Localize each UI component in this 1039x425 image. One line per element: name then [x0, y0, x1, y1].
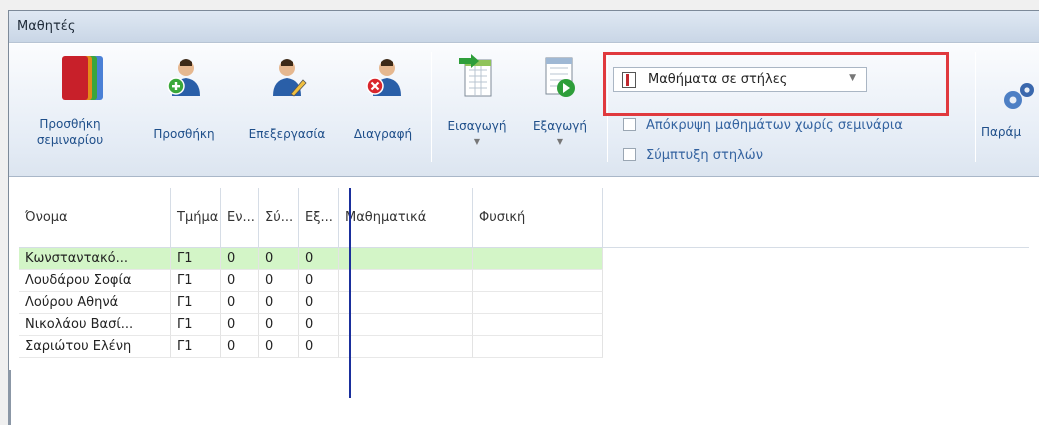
- add-label: Προσθήκη: [153, 127, 215, 141]
- add-seminar-label: Προσθήκη σεμιναρίου: [36, 117, 104, 147]
- cell-name[interactable]: Σαριώτου Ελένη: [19, 336, 171, 358]
- edit-student-button[interactable]: Επεξεργασία: [239, 58, 335, 142]
- cell-sy[interactable]: 0: [259, 270, 299, 292]
- cell-physics[interactable]: [473, 314, 603, 336]
- cell-en[interactable]: 0: [221, 336, 259, 358]
- cell-physics[interactable]: [473, 248, 603, 270]
- cell-name[interactable]: Λουδάρου Σοφία: [19, 270, 171, 292]
- table-row[interactable]: Σαριώτου Ελένη Γ1 0 0 0: [19, 336, 603, 358]
- cell-physics[interactable]: [473, 292, 603, 314]
- cell-physics[interactable]: [473, 336, 603, 358]
- column-header-ex[interactable]: Εξ...: [299, 188, 339, 248]
- column-header-class[interactable]: Τμήμα: [171, 188, 221, 248]
- hide-lessons-box[interactable]: [623, 118, 636, 131]
- delete-label: Διαγραφή: [353, 127, 413, 141]
- cell-math[interactable]: [339, 270, 473, 292]
- settings-label: Παράμ: [981, 125, 1022, 139]
- delete-student-button[interactable]: Διαγραφή: [342, 58, 424, 142]
- window-title: Μαθητές: [17, 19, 76, 34]
- user-edit-icon: [273, 59, 307, 97]
- cell-class[interactable]: Γ1: [171, 292, 221, 314]
- collapse-columns-box[interactable]: [623, 148, 636, 161]
- export-sheet-icon: [545, 57, 575, 97]
- table-row[interactable]: Λουδάρου Σοφία Γ1 0 0 0: [19, 270, 603, 292]
- import-dropdown-icon: ▼: [473, 137, 481, 146]
- hide-lessons-checkbox[interactable]: Απόκρυψη μαθημάτων χωρίς σεμινάρια: [623, 118, 903, 133]
- title-bar: Μαθητές: [9, 11, 1039, 43]
- cell-sy[interactable]: 0: [259, 292, 299, 314]
- cell-physics[interactable]: [473, 270, 603, 292]
- collapse-columns-label: Σύμπτυξη στηλών: [646, 148, 763, 163]
- cell-class[interactable]: Γ1: [171, 248, 221, 270]
- cell-en[interactable]: 0: [221, 248, 259, 270]
- cell-name[interactable]: Νικολάου Βασί...: [19, 314, 171, 336]
- cell-math[interactable]: [339, 292, 473, 314]
- add-student-button[interactable]: Προσθήκη: [145, 58, 223, 142]
- export-dropdown-icon: ▼: [556, 137, 564, 146]
- hide-lessons-label: Απόκρυψη μαθημάτων χωρίς σεμινάρια: [646, 118, 903, 133]
- table-header: Όνομα Τμήμα Εν... Σύ... Εξ... Μαθηματικά…: [19, 188, 1029, 248]
- cell-ex[interactable]: 0: [299, 270, 339, 292]
- table-row[interactable]: Νικολάου Βασί... Γ1 0 0 0: [19, 314, 603, 336]
- cell-en[interactable]: 0: [221, 314, 259, 336]
- gears-icon: [1004, 83, 1034, 109]
- ribbon-separator: [975, 52, 976, 162]
- column-header-physics[interactable]: Φυσική: [473, 188, 603, 248]
- cell-math[interactable]: [339, 248, 473, 270]
- column-header-sy[interactable]: Σύ...: [259, 188, 299, 248]
- cell-sy[interactable]: 0: [259, 248, 299, 270]
- cell-en[interactable]: 0: [221, 292, 259, 314]
- column-header-name[interactable]: Όνομα: [19, 188, 171, 248]
- table-row[interactable]: Λούρου Αθηνά Γ1 0 0 0: [19, 292, 603, 314]
- frozen-column-divider: [349, 188, 351, 398]
- cell-name[interactable]: Λούρου Αθηνά: [19, 292, 171, 314]
- cell-class[interactable]: Γ1: [171, 314, 221, 336]
- cell-math[interactable]: [339, 336, 473, 358]
- seminar-books-icon: [61, 56, 103, 100]
- highlight-annotation: [603, 52, 949, 116]
- cell-ex[interactable]: 0: [299, 336, 339, 358]
- user-add-icon: [167, 59, 200, 96]
- cell-class[interactable]: Γ1: [171, 270, 221, 292]
- cell-math[interactable]: [339, 314, 473, 336]
- collapse-columns-checkbox[interactable]: Σύμπτυξη στηλών: [623, 148, 763, 163]
- column-header-math[interactable]: Μαθηματικά: [339, 188, 473, 248]
- cell-ex[interactable]: 0: [299, 292, 339, 314]
- ribbon-separator: [431, 52, 432, 162]
- window-left-edge: [8, 370, 11, 425]
- cell-sy[interactable]: 0: [259, 314, 299, 336]
- cell-sy[interactable]: 0: [259, 336, 299, 358]
- cell-name[interactable]: Κωνσταντακό...: [19, 248, 171, 270]
- cell-class[interactable]: Γ1: [171, 336, 221, 358]
- edit-label: Επεξεργασία: [248, 127, 326, 141]
- settings-button[interactable]: Παράμ: [981, 80, 1039, 140]
- export-button[interactable]: Εξαγωγή ▼: [523, 54, 597, 150]
- import-label: Εισαγωγή: [447, 119, 507, 133]
- add-seminar-button[interactable]: Προσθήκη σεμιναρίου: [15, 52, 125, 148]
- students-window: Μαθητές Προσθήκη σεμιναρίου Προσθήκη Επε…: [8, 10, 1039, 425]
- export-label: Εξαγωγή: [532, 119, 588, 133]
- import-sheet-icon: [459, 54, 492, 97]
- cell-ex[interactable]: 0: [299, 314, 339, 336]
- table-row[interactable]: Κωνσταντακό... Γ1 0 0 0: [19, 248, 603, 270]
- cell-ex[interactable]: 0: [299, 248, 339, 270]
- cell-en[interactable]: 0: [221, 270, 259, 292]
- user-delete-icon: [366, 59, 401, 96]
- import-button[interactable]: Εισαγωγή ▼: [441, 54, 513, 150]
- column-header-en[interactable]: Εν...: [221, 188, 259, 248]
